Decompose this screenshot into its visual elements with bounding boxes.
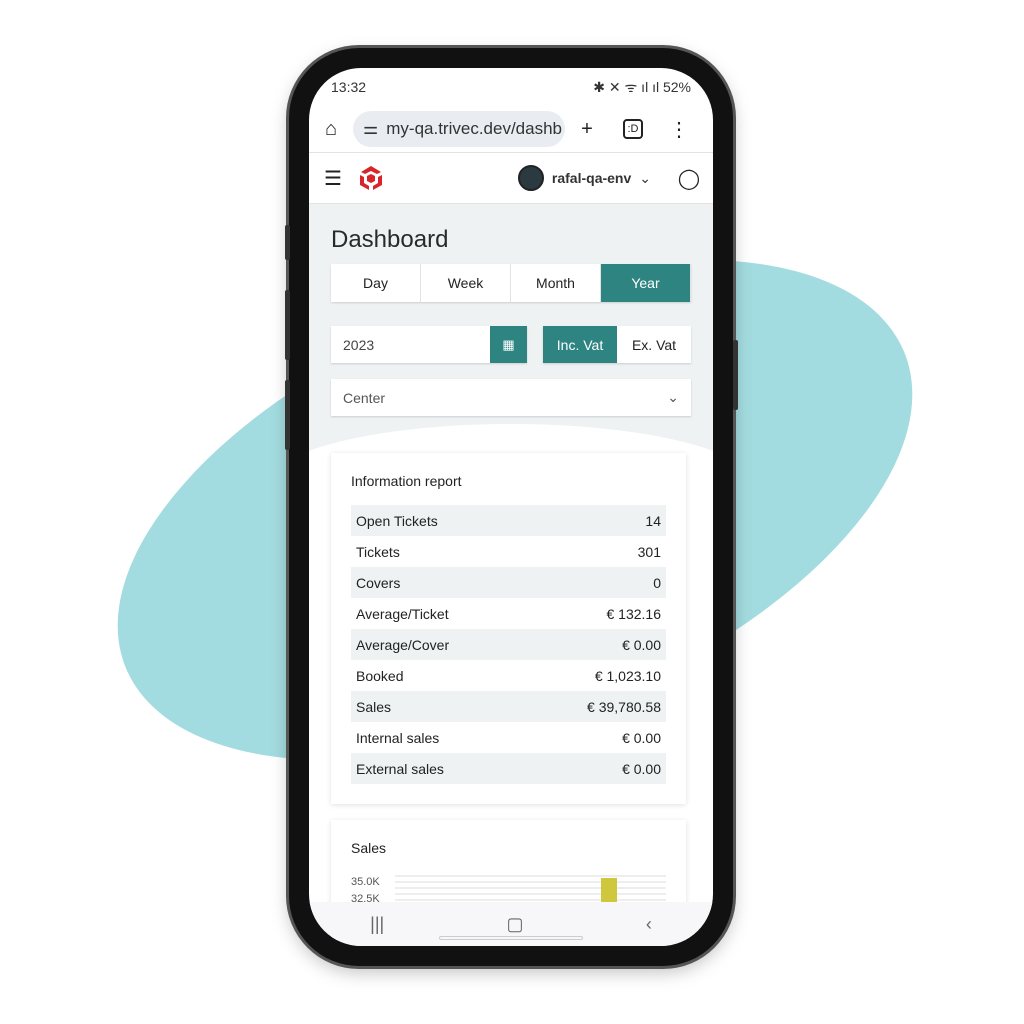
phone-screen: 13:32 ✱ ✕ ᯤ ıl ıl 52% ⌂ ⚌ my-qa.trivec.de… — [309, 68, 713, 946]
filters-section: Dashboard Day Week Month Year 2023 ▦ Inc.… — [309, 204, 713, 484]
report-row: Average/Cover € 0.00 — [351, 629, 666, 660]
report-row: Covers 0 — [351, 567, 666, 598]
battery: 52% — [662, 78, 691, 95]
page-title: Dashboard — [331, 226, 449, 253]
app-header: ☰ rafal-qa-env ⌄ ◯ — [309, 152, 713, 204]
volume-button — [285, 290, 290, 360]
gesture-pill — [439, 936, 583, 940]
row-label: Tickets — [356, 543, 400, 560]
chevron-down-icon: ⌄ — [667, 389, 679, 405]
url-bar[interactable]: ⚌ my-qa.trivec.dev/dashb — [353, 111, 565, 147]
row-value: € 0.00 — [622, 760, 661, 777]
row-value: 14 — [645, 512, 661, 529]
vat-toggle: Inc. Vat Ex. Vat — [543, 326, 691, 363]
tab-month[interactable]: Month — [511, 264, 601, 302]
more-menu-icon[interactable]: ⋮ — [667, 117, 691, 142]
power-button — [733, 340, 738, 410]
row-value: € 39,780.58 — [587, 698, 661, 715]
tab-day[interactable]: Day — [331, 264, 421, 302]
card-title: Information report — [351, 473, 462, 489]
report-row: Sales € 39,780.58 — [351, 691, 666, 722]
ex-vat-button[interactable]: Ex. Vat — [617, 326, 691, 363]
report-row: Average/Ticket € 132.16 — [351, 598, 666, 629]
row-value: € 132.16 — [606, 605, 662, 622]
new-tab-icon[interactable]: + — [575, 118, 599, 141]
row-label: Covers — [356, 574, 401, 591]
tab-week[interactable]: Week — [421, 264, 511, 302]
row-value: € 1,023.10 — [594, 667, 661, 684]
android-nav-bar: ||| ▢ ‹ — [309, 902, 713, 946]
env-avatar — [517, 165, 544, 191]
url-text: my-qa.trivec.dev/dashb — [386, 119, 562, 138]
row-label: Booked — [356, 667, 404, 684]
row-label: External sales — [356, 760, 444, 777]
center-placeholder: Center — [343, 389, 386, 406]
environment-switcher[interactable]: rafal-qa-env ⌄ — [517, 165, 651, 191]
y-tick-label: 35.0K — [351, 876, 380, 888]
tab-year[interactable]: Year — [601, 264, 691, 302]
row-label: Open Tickets — [356, 512, 438, 529]
status-bar: 13:32 ✱ ✕ ᯤ ıl ıl 52% — [309, 68, 713, 106]
inc-vat-button[interactable]: Inc. Vat — [543, 326, 617, 363]
report-row: Booked € 1,023.10 — [351, 660, 666, 691]
period-tabs: Day Week Month Year — [331, 264, 691, 302]
tabs-button[interactable]: :D — [623, 119, 643, 139]
user-account-icon[interactable]: ◯ — [677, 166, 701, 191]
row-value: 301 — [637, 543, 661, 560]
row-value: 0 — [653, 574, 661, 591]
recent-apps-icon[interactable]: ||| — [370, 914, 384, 935]
row-label: Sales — [356, 698, 392, 715]
card-title: Sales — [351, 840, 387, 856]
row-label: Average/Ticket — [356, 605, 449, 622]
hamburger-menu-icon[interactable]: ☰ — [321, 166, 345, 191]
env-name: rafal-qa-env — [551, 170, 632, 186]
volume-button — [285, 380, 290, 450]
clock: 13:32 — [331, 79, 367, 95]
browser-toolbar: ⌂ ⚌ my-qa.trivec.dev/dashb + :D ⋮ — [309, 106, 713, 152]
row-label: Average/Cover — [356, 636, 450, 653]
row-value: € 0.00 — [622, 729, 661, 746]
report-row: Open Tickets 14 — [351, 505, 666, 536]
row-value: € 0.00 — [622, 636, 661, 653]
home-button-icon[interactable]: ▢ — [507, 914, 524, 935]
report-row: External sales € 0.00 — [351, 753, 666, 784]
site-settings-icon[interactable]: ⚌ — [363, 119, 378, 139]
trivec-logo-icon[interactable] — [357, 164, 385, 192]
home-icon[interactable]: ⌂ — [319, 118, 343, 141]
row-label: Internal sales — [356, 729, 440, 746]
chevron-down-icon: ⌄ — [639, 169, 651, 186]
information-report-card: Information report Open Tickets 14 Tickets… — [331, 453, 686, 804]
calendar-icon[interactable]: ▦ — [490, 326, 527, 363]
status-icons: ✱ ✕ ᯤ ıl ıl 52% — [593, 78, 691, 95]
year-input[interactable]: 2023 — [331, 326, 490, 363]
back-icon[interactable]: ‹ — [646, 914, 652, 935]
report-row: Internal sales € 0.00 — [351, 722, 666, 753]
report-row: Tickets 301 — [351, 536, 666, 567]
center-select[interactable]: Center ⌄ — [331, 379, 691, 416]
volume-button — [285, 225, 290, 260]
year-picker[interactable]: 2023 ▦ — [331, 326, 527, 363]
